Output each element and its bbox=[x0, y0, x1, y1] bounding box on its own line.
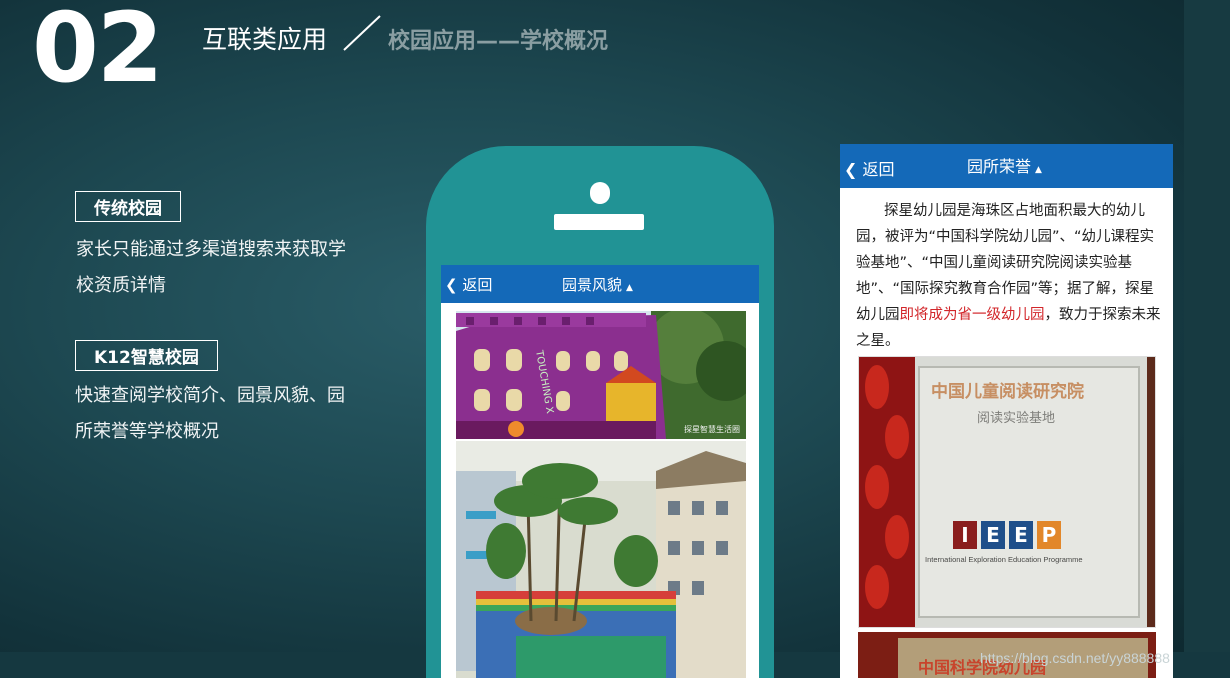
honor-description-text: 探星幼儿园是海珠区占地面积最大的幼儿园，被评为“中国科学院幼儿园”、“幼儿课程实… bbox=[856, 203, 1155, 323]
section-text-k12: 快速查阅学校简介、园景风貌、园 所荣誉等学校概况 bbox=[75, 378, 345, 450]
chevron-left-icon: ❮ bbox=[844, 160, 858, 179]
section-text-line: 家长只能通过多渠道搜索来获取学 bbox=[76, 239, 346, 260]
dropdown-arrow-icon: ▲ bbox=[626, 283, 633, 293]
title-divider-slash bbox=[343, 15, 381, 51]
header-title-label: 园景风貌 bbox=[562, 276, 623, 294]
slide-title: 互联类应用 bbox=[202, 25, 328, 54]
ieep-logo-text: International Exploration Education Prog… bbox=[925, 555, 1083, 564]
back-label: 返回 bbox=[862, 160, 895, 179]
school-building-photo: TOUCHING X 探星智慧生活圈 bbox=[456, 311, 746, 439]
section-text-traditional: 家长只能通过多渠道搜索来获取学 校资质详情 bbox=[76, 232, 346, 304]
logo-letter: E bbox=[1009, 521, 1033, 549]
honor-highlight-text: 即将成为省一级幼儿园 bbox=[899, 307, 1045, 323]
slide-number: 02 bbox=[32, 0, 164, 104]
dropdown-arrow-icon: ▲ bbox=[1035, 165, 1042, 175]
honor-app-header: ❮ 返回 园所荣誉 ▲ bbox=[840, 144, 1173, 188]
section-text-line: 校资质详情 bbox=[76, 275, 166, 296]
section-tag-k12: K12智慧校园 bbox=[75, 340, 218, 371]
honor-title-label: 园所荣誉 bbox=[967, 157, 1032, 176]
courtyard-photo bbox=[456, 441, 746, 678]
plaque-line-2: 阅读实验基地 bbox=[977, 411, 1056, 426]
slide-subtitle: 校园应用——学校概况 bbox=[388, 29, 609, 54]
phone-camera bbox=[590, 182, 610, 204]
plaque-line-1: 中国儿童阅读研究院 bbox=[931, 382, 1084, 402]
right-edge-band bbox=[1184, 0, 1230, 678]
honor-description: 探星幼儿园是海珠区占地面积最大的幼儿园，被评为“中国科学院幼儿园”、“幼儿课程实… bbox=[856, 198, 1162, 354]
section-tag-traditional: 传统校园 bbox=[75, 191, 181, 222]
app-header: ❮ 返回 园景风貌 ▲ bbox=[441, 265, 759, 303]
honor-back-button[interactable]: ❮ 返回 bbox=[844, 156, 895, 180]
photo-watermark-caption: 探星智慧生活圈 bbox=[684, 425, 740, 434]
phone-screen-garden-view: ❮ 返回 园景风貌 ▲ TOUCHING X 探星智慧生活圈 bbox=[441, 265, 759, 678]
phone-speaker bbox=[554, 214, 644, 230]
plaque-photo: 中国儿童阅读研究院 阅读实验基地 I E E P International E… bbox=[858, 356, 1156, 628]
back-button[interactable]: ❮ 返回 bbox=[445, 274, 492, 295]
section-text-line: 快速查阅学校简介、园景风貌、园 bbox=[75, 385, 345, 406]
header-title-dropdown[interactable]: 园景风貌 ▲ bbox=[562, 274, 633, 295]
courtyard-image bbox=[456, 441, 746, 678]
section-text-line: 所荣誉等学校概况 bbox=[75, 421, 219, 442]
ieep-logo: I E E P bbox=[953, 521, 1061, 549]
chevron-left-icon: ❮ bbox=[445, 276, 458, 294]
logo-letter: P bbox=[1037, 521, 1061, 549]
honor-screen: ❮ 返回 园所荣誉 ▲ 探星幼儿园是海珠区占地面积最大的幼儿园，被评为“中国科学院… bbox=[840, 144, 1173, 678]
logo-letter: E bbox=[981, 521, 1005, 549]
school-building-image: TOUCHING X bbox=[456, 311, 746, 439]
watermark-url: https://blog.csdn.net/yy888888 bbox=[980, 650, 1170, 666]
back-label: 返回 bbox=[462, 276, 493, 294]
logo-letter: I bbox=[953, 521, 977, 549]
honor-title-dropdown[interactable]: 园所荣誉 ▲ bbox=[967, 153, 1042, 177]
